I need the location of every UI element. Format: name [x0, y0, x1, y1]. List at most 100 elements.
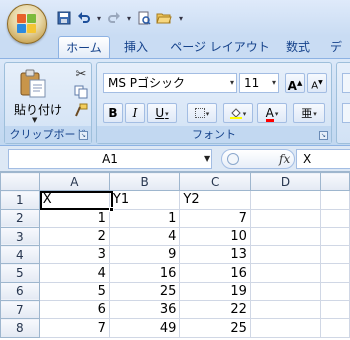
cell[interactable]: 10 — [179, 226, 251, 247]
borders-button[interactable]: ▾ — [187, 103, 217, 123]
cell[interactable] — [320, 208, 350, 228]
paste-dropdown-icon[interactable]: ▼ — [32, 116, 37, 124]
row-header[interactable]: 8 — [0, 318, 40, 338]
cell[interactable]: 9 — [108, 245, 181, 265]
cell[interactable] — [249, 263, 322, 283]
cell-e1[interactable] — [320, 190, 350, 210]
tab-page-layout[interactable]: ページ レイアウト — [170, 36, 270, 58]
tab-formulas[interactable]: 数式 — [278, 36, 318, 58]
font-size-select[interactable]: 11 ▾ — [239, 73, 279, 93]
cell[interactable]: 4 — [38, 263, 110, 283]
formula-input[interactable]: X — [296, 149, 350, 169]
select-all-corner[interactable] — [0, 171, 40, 192]
cell[interactable]: 4 — [108, 226, 181, 247]
customize-qat-icon[interactable]: ▾ — [175, 14, 187, 23]
grow-font-button[interactable]: A▲ — [285, 73, 305, 93]
font-launcher-icon[interactable]: ↘ — [319, 131, 328, 140]
row-header[interactable]: 4 — [0, 245, 40, 265]
cell[interactable]: 19 — [179, 281, 251, 302]
cell[interactable] — [249, 281, 322, 302]
clipboard-launcher-icon[interactable]: ↘ — [79, 131, 88, 140]
cell[interactable]: 16 — [179, 263, 251, 283]
cell[interactable]: 1 — [108, 208, 181, 228]
cell[interactable] — [320, 281, 350, 302]
cell-b1[interactable]: Y1 — [108, 190, 181, 210]
copy-icon[interactable] — [73, 85, 89, 101]
column-header-d[interactable]: D — [249, 171, 322, 192]
office-button[interactable] — [7, 4, 47, 44]
align-top-icon[interactable] — [342, 73, 350, 93]
row-header[interactable]: 5 — [0, 263, 40, 283]
cell[interactable]: 6 — [38, 300, 110, 320]
column-header-e[interactable] — [320, 171, 350, 192]
cell[interactable]: 13 — [179, 245, 251, 265]
cell[interactable]: 25 — [108, 281, 181, 302]
title-bar: ▾ ▾ ▾ — [0, 0, 350, 44]
cell[interactable] — [249, 226, 322, 247]
cell[interactable] — [249, 208, 322, 228]
cell[interactable] — [320, 226, 350, 247]
underline-button[interactable]: U▾ — [147, 103, 177, 123]
cell[interactable] — [249, 245, 322, 265]
cell[interactable]: 16 — [108, 263, 181, 283]
font-color-button[interactable]: A▾ — [257, 103, 287, 123]
cell[interactable] — [320, 263, 350, 283]
resize-handle-icon[interactable] — [227, 153, 239, 165]
cell-c1[interactable]: Y2 — [179, 190, 251, 210]
cell-d1[interactable] — [249, 190, 322, 210]
cell[interactable] — [249, 318, 322, 338]
cell[interactable]: 25 — [179, 318, 251, 338]
column-header-b[interactable]: B — [108, 171, 181, 192]
tab-home[interactable]: ホーム — [58, 36, 110, 58]
column-header-a[interactable]: A — [38, 171, 110, 192]
fill-color-button[interactable]: ▾ — [223, 103, 253, 123]
save-icon[interactable] — [55, 9, 73, 27]
name-box[interactable]: A1 — [8, 149, 212, 169]
font-name-select[interactable]: MS Pゴシック ▾ — [103, 73, 237, 93]
column-header-row: A B C D — [0, 171, 350, 192]
cell[interactable]: 1 — [38, 208, 110, 228]
undo-icon[interactable] — [75, 9, 93, 27]
borders-icon — [194, 108, 205, 118]
italic-button[interactable]: I — [125, 103, 145, 123]
clipboard-group: 貼り付け ▼ ✂ クリップボード ↘ — [4, 62, 92, 144]
paste-icon[interactable] — [18, 69, 48, 99]
cell-a1[interactable]: X — [38, 190, 110, 210]
cell[interactable]: 7 — [179, 208, 251, 228]
cell[interactable] — [320, 318, 350, 338]
format-painter-icon[interactable] — [73, 103, 89, 119]
print-preview-icon[interactable] — [135, 9, 153, 27]
row-header[interactable]: 6 — [0, 281, 40, 302]
column-header-c[interactable]: C — [179, 171, 251, 192]
name-box-dropdown-icon[interactable]: ▼ — [204, 154, 210, 163]
font-group: MS Pゴシック ▾ 11 ▾ A▲ A▼ B I U▾ ▾ ▾ A▾ 亜▾ フ… — [96, 62, 332, 144]
cut-icon[interactable]: ✂ — [73, 67, 89, 83]
phonetic-guide-button[interactable]: 亜▾ — [293, 103, 325, 123]
tab-insert[interactable]: 挿入 — [116, 36, 156, 58]
cell[interactable] — [320, 300, 350, 320]
bold-button[interactable]: B — [103, 103, 123, 123]
cell[interactable]: 7 — [38, 318, 110, 338]
cell[interactable]: 3 — [38, 245, 110, 265]
cell[interactable]: 5 — [38, 281, 110, 302]
row-header[interactable]: 3 — [0, 226, 40, 247]
cell[interactable]: 36 — [108, 300, 181, 320]
tab-data[interactable]: デ — [330, 36, 350, 58]
align-left-icon[interactable] — [342, 103, 350, 123]
shrink-font-button[interactable]: A▼ — [307, 73, 327, 93]
cell[interactable] — [249, 300, 322, 320]
cell[interactable]: 49 — [108, 318, 181, 338]
open-icon[interactable] — [155, 9, 173, 27]
cell[interactable]: 22 — [179, 300, 251, 320]
redo-icon[interactable] — [105, 9, 123, 27]
cell[interactable] — [320, 245, 350, 265]
row-header[interactable]: 7 — [0, 300, 40, 320]
insert-function-icon[interactable]: fx — [279, 152, 290, 166]
row-header[interactable]: 1 — [0, 190, 40, 210]
redo-dropdown-icon[interactable]: ▾ — [125, 14, 133, 23]
paste-button-label[interactable]: 貼り付け — [9, 101, 67, 118]
undo-dropdown-icon[interactable]: ▾ — [95, 14, 103, 23]
cell[interactable]: 2 — [38, 226, 110, 247]
row-header[interactable]: 2 — [0, 208, 40, 228]
fill-handle[interactable] — [109, 207, 114, 212]
